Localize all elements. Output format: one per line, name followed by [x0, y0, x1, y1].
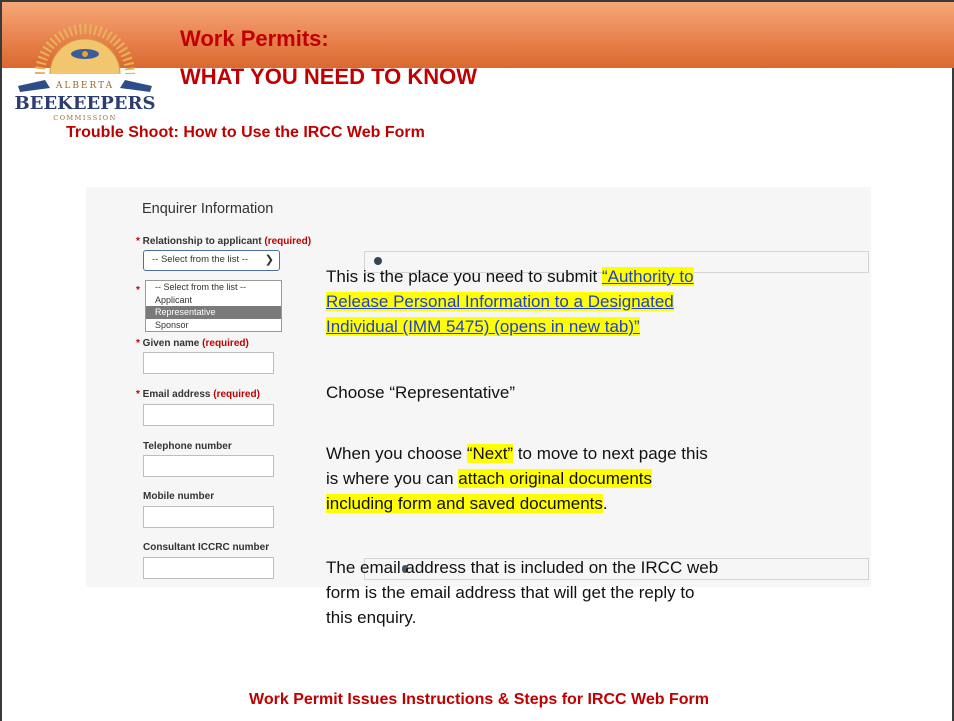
- option-select-from-list[interactable]: -- Select from the list --: [146, 281, 281, 294]
- logo-top-text: ALBERTA: [55, 81, 114, 91]
- select-value: -- Select from the list --: [152, 254, 249, 265]
- page-subtitle: WHAT YOU NEED TO KNOW: [180, 64, 477, 89]
- email-label: * Email address (required): [136, 389, 260, 400]
- note-choose-representative: Choose “Representative”: [326, 383, 515, 402]
- footer-title: Work Permit Issues Instructions & Steps …: [249, 691, 709, 708]
- imm5475-link[interactable]: “Authority to: [601, 267, 694, 286]
- imm5475-link-line3[interactable]: Individual (IMM 5475) (opens in new tab)…: [326, 317, 640, 336]
- given-name-label: * Given name (required): [136, 338, 249, 349]
- telephone-label: Telephone number: [143, 441, 232, 452]
- logo-bottom-text: COMMISSION: [53, 114, 117, 122]
- slide: ALBERTA BEEKEEPERS COMMISSION Work Permi…: [0, 0, 954, 721]
- form-heading: Enquirer Information: [142, 201, 274, 217]
- telephone-input[interactable]: [143, 455, 274, 477]
- note-next-page: When you choose “Next” to move to next p…: [326, 444, 708, 513]
- mobile-label: Mobile number: [143, 491, 215, 502]
- option-sponsor[interactable]: Sponsor: [146, 319, 281, 332]
- relationship-select[interactable]: -- Select from the list -- ❯: [143, 250, 280, 271]
- hidden-field-label: *: [136, 285, 140, 296]
- logo-main-text: BEEKEEPERS: [15, 93, 156, 114]
- given-name-input[interactable]: [143, 352, 274, 374]
- relationship-label: * Relationship to applicant (required): [136, 236, 311, 247]
- page-title: Work Permits:: [180, 26, 329, 51]
- note-submit-authority: This is the place you need to submit “Au…: [326, 267, 694, 336]
- mobile-input[interactable]: [143, 506, 274, 528]
- option-applicant[interactable]: Applicant: [146, 294, 281, 307]
- email-input[interactable]: [143, 404, 274, 426]
- option-representative[interactable]: Representative: [146, 306, 281, 319]
- relationship-label-text: Relationship to applicant: [142, 236, 262, 247]
- beekeepers-logo: ALBERTA BEEKEEPERS COMMISSION: [15, 24, 156, 122]
- consultant-label: Consultant ICCRC number: [143, 542, 270, 553]
- chevron-down-icon: ❯: [264, 254, 274, 266]
- note-email-address: The email address that is included on th…: [326, 558, 719, 627]
- section-title: Trouble Shoot: How to Use the IRCC Web F…: [66, 124, 425, 141]
- consultant-input[interactable]: [143, 557, 274, 579]
- imm5475-link-line2[interactable]: Release Personal Information to a Design…: [326, 292, 674, 311]
- relationship-dropdown[interactable]: -- Select from the list -- Applicant Rep…: [145, 280, 282, 332]
- required-star: *: [136, 236, 143, 247]
- next-highlight: “Next”: [466, 444, 514, 463]
- required-text: (required): [264, 236, 312, 247]
